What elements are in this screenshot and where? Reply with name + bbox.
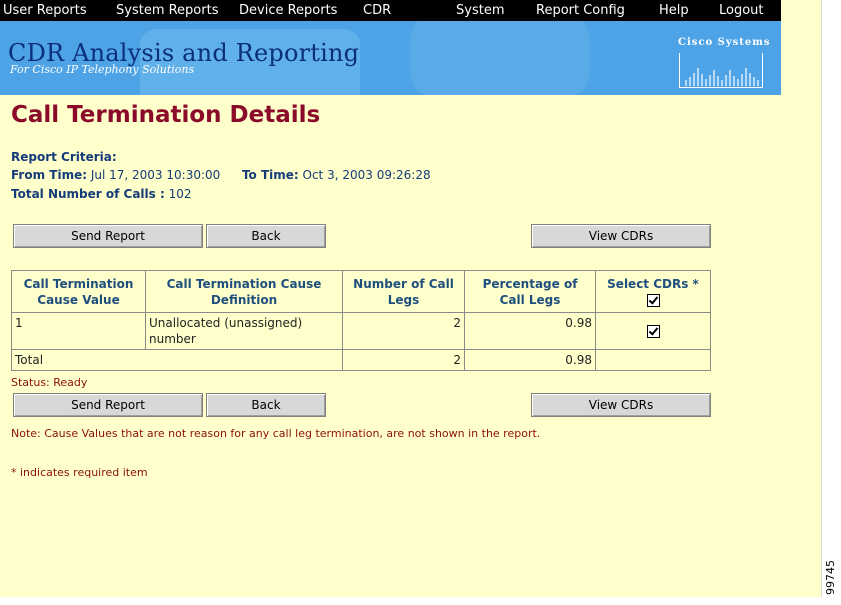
header-banner: CDR Analysis and Reporting For Cisco IP … [0, 21, 781, 95]
cisco-logo-text: Cisco Systems [678, 37, 771, 48]
total-legs: 2 [342, 349, 465, 371]
select-cdrs-label: Select CDRs * [607, 276, 699, 291]
report-criteria-heading: Report Criteria: [11, 150, 117, 164]
back-button-bottom[interactable]: Back [206, 393, 326, 417]
total-select-empty [595, 349, 711, 371]
view-cdrs-button[interactable]: View CDRs [531, 224, 711, 248]
cell-legs: 2 [342, 312, 465, 350]
top-menu-bar: User Reports System Reports Device Repor… [0, 0, 781, 21]
menu-system-reports[interactable]: System Reports [116, 3, 218, 18]
menu-system[interactable]: System [456, 3, 504, 18]
col-cause-value: Call Termination Cause Value [11, 270, 146, 313]
send-report-button-bottom[interactable]: Send Report [13, 393, 203, 417]
page-title: Call Termination Details [11, 102, 321, 128]
table-header-row: Call Termination Cause Value Call Termin… [11, 270, 711, 313]
cell-select [595, 312, 711, 350]
phone-graphic-2 [410, 21, 590, 95]
cell-definition: Unallocated (unassigned) number [145, 312, 343, 350]
cell-cause-value: 1 [11, 312, 146, 350]
total-calls-value: 102 [164, 187, 192, 201]
time-range: From Time: Jul 17, 2003 10:30:00 To Time… [11, 168, 431, 182]
total-calls: Total Number of Calls : 102 [11, 187, 192, 201]
app-subtitle: For Cisco IP Telephony Solutions [10, 63, 195, 76]
from-time-value: Jul 17, 2003 10:30:00 [87, 168, 221, 182]
required-item-note: * indicates required item [11, 466, 148, 479]
note-text: Note: Cause Values that are not reason f… [11, 427, 541, 440]
total-calls-label: Total Number of Calls : [11, 187, 165, 201]
col-percentage: Percentage of Call Legs [464, 270, 596, 313]
back-button[interactable]: Back [206, 224, 326, 248]
menu-user-reports[interactable]: User Reports [3, 3, 87, 18]
col-cause-definition: Call Termination Cause Definition [145, 270, 343, 313]
total-percentage: 0.98 [464, 349, 596, 371]
total-label: Total [11, 349, 343, 371]
call-termination-table: Call Termination Cause Value Call Termin… [11, 270, 711, 371]
col-number-of-call-legs: Number of Call Legs [342, 270, 465, 313]
send-report-button[interactable]: Send Report [13, 224, 203, 248]
row-select-checkbox[interactable] [646, 325, 660, 338]
view-cdrs-button-bottom[interactable]: View CDRs [531, 393, 711, 417]
to-time-value: Oct 3, 2003 09:26:28 [298, 168, 431, 182]
menu-logout[interactable]: Logout [719, 3, 764, 18]
figure-id: 99745 [824, 560, 837, 595]
menu-device-reports[interactable]: Device Reports [239, 3, 337, 18]
col-select-cdrs: Select CDRs * [595, 270, 711, 313]
menu-cdr[interactable]: CDR [363, 3, 391, 18]
table-row: 1 Unallocated (unassigned) number 2 0.98 [11, 312, 711, 350]
select-all-checkbox[interactable] [646, 293, 660, 307]
to-time-label: To Time: [241, 168, 299, 182]
menu-help[interactable]: Help [659, 3, 689, 18]
app-window: User Reports System Reports Device Repor… [0, 0, 822, 597]
cell-percentage: 0.98 [464, 312, 596, 350]
cisco-logo-icon [679, 53, 763, 88]
menu-report-config[interactable]: Report Config [536, 3, 625, 18]
from-time-label: From Time: [11, 168, 88, 182]
status-text: Status: Ready [11, 376, 88, 389]
total-row: Total 2 0.98 [11, 349, 711, 371]
